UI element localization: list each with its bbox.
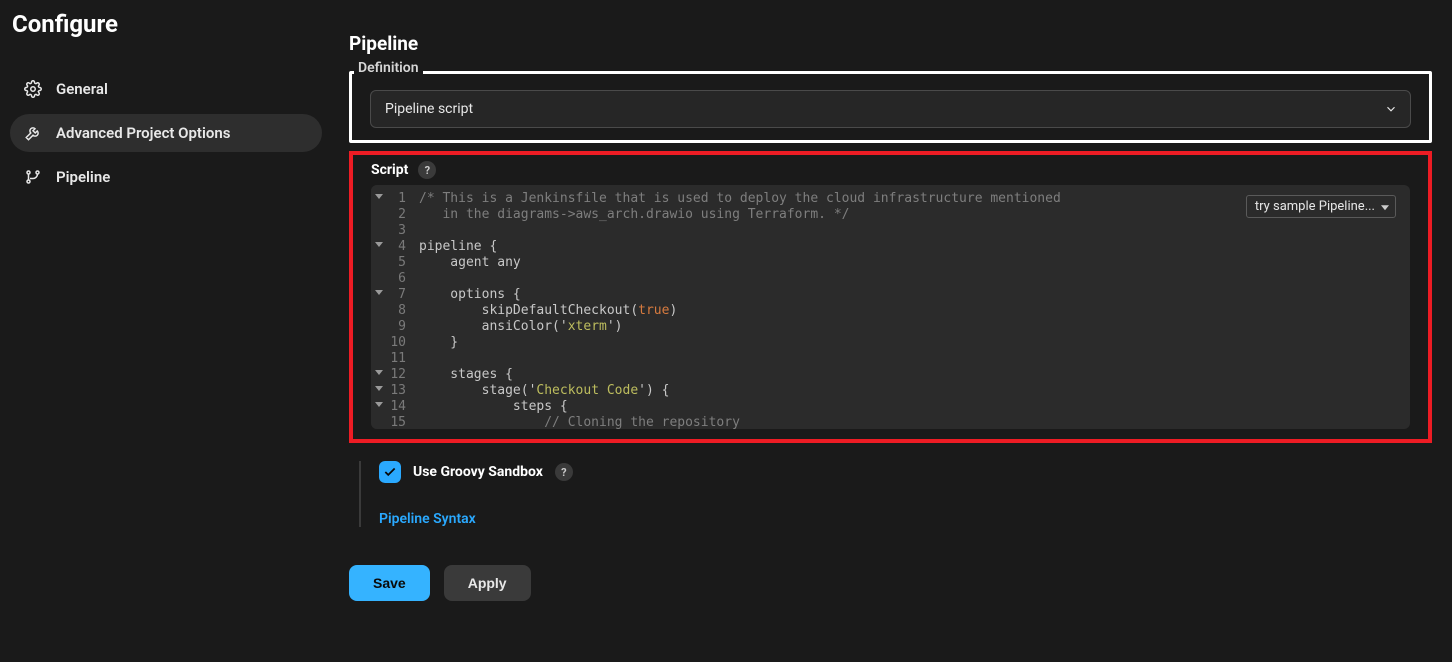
definition-select-value: Pipeline script: [385, 101, 473, 117]
editor-gutter: 123456789101112131415: [371, 185, 415, 429]
sandbox-help-icon[interactable]: ?: [555, 463, 573, 481]
main-content: Pipeline Definition Pipeline script Scri…: [335, 0, 1452, 662]
branch-icon: [24, 168, 42, 186]
sidebar-item-label: Advanced Project Options: [56, 124, 230, 142]
groovy-sandbox-label: Use Groovy Sandbox: [413, 464, 543, 480]
section-heading: Pipeline: [349, 32, 1432, 55]
wrench-icon: [24, 124, 42, 142]
page-title: Configure: [12, 10, 335, 38]
script-editor[interactable]: 123456789101112131415 /* This is a Jenki…: [371, 185, 1410, 429]
action-buttons: Save Apply: [349, 565, 1432, 601]
sidebar-item-label: General: [56, 80, 108, 98]
pipeline-syntax-link[interactable]: Pipeline Syntax: [379, 511, 1432, 527]
script-label: Script: [371, 162, 408, 178]
sidebar: Configure General Advanced Project Optio…: [0, 0, 335, 662]
apply-button[interactable]: Apply: [444, 565, 531, 601]
save-button[interactable]: Save: [349, 565, 430, 601]
script-highlight-box: Script ? 123456789101112131415 /* This i…: [349, 151, 1432, 443]
sidebar-item-general[interactable]: General: [10, 70, 322, 108]
definition-select[interactable]: Pipeline script: [370, 90, 1411, 128]
sidebar-item-advanced[interactable]: Advanced Project Options: [10, 114, 322, 152]
definition-highlight-box: Definition Pipeline script: [349, 71, 1432, 143]
groovy-sandbox-checkbox[interactable]: [379, 461, 401, 483]
script-sub-options: Use Groovy Sandbox ? Pipeline Syntax: [359, 461, 1432, 527]
check-icon: [383, 465, 397, 479]
definition-label: Definition: [354, 60, 423, 76]
editor-code[interactable]: /* This is a Jenkinsfile that is used to…: [415, 185, 1410, 429]
gear-icon: [24, 80, 42, 98]
chevron-down-icon: [1384, 102, 1398, 116]
sample-pipeline-dropdown[interactable]: try sample Pipeline...: [1246, 195, 1396, 218]
sidebar-item-label: Pipeline: [56, 168, 110, 186]
script-help-icon[interactable]: ?: [418, 161, 436, 179]
sidebar-item-pipeline[interactable]: Pipeline: [10, 158, 322, 196]
